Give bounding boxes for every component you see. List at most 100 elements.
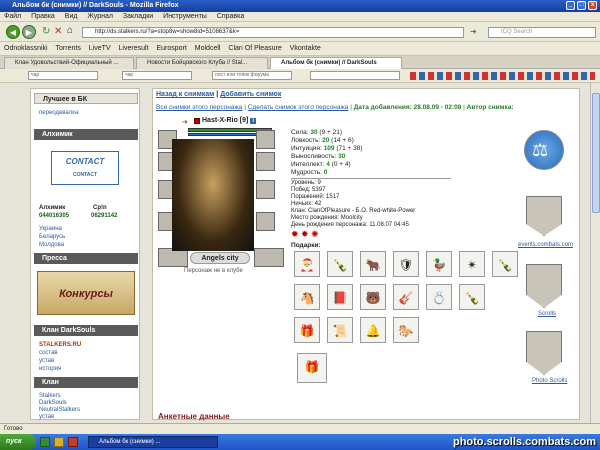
forum-search-input[interactable]: пост или топик форума <box>212 71 292 80</box>
photo-scrolls-link[interactable]: Photo Scrolls <box>532 378 567 384</box>
gift-item[interactable]: 🍾 <box>459 284 485 310</box>
gift-item[interactable]: 🍾 <box>492 251 518 277</box>
scrolls-link[interactable]: Scrolls <box>538 311 556 317</box>
menu-history[interactable]: Журнал <box>87 12 113 22</box>
bookmark-item[interactable]: Odnoklassniki <box>4 42 48 56</box>
gift-item[interactable]: 🎁 <box>294 317 320 343</box>
gift-item[interactable]: 🐎 <box>393 317 419 343</box>
all-photos-link[interactable]: Все снимки этого персонажа <box>156 104 242 111</box>
events-link[interactable]: events.combats.com <box>518 242 573 248</box>
gift-item[interactable]: 💍 <box>426 284 452 310</box>
country-link[interactable]: Украина <box>39 225 62 233</box>
menu-tools[interactable]: Инструменты <box>163 12 207 22</box>
clan-link[interactable]: устав <box>39 413 54 421</box>
clan-ds-link[interactable]: история <box>39 365 61 373</box>
stop-icon[interactable]: ✕ <box>54 26 62 37</box>
info-wins: Побед: 5397 <box>291 187 326 193</box>
toolbar-icons[interactable] <box>410 72 595 80</box>
konkursy-text: Конкурсы <box>59 288 113 300</box>
character-avatar[interactable] <box>172 139 254 251</box>
reload-icon[interactable]: ↻ <box>42 26 50 37</box>
stat-value: 109 <box>323 145 335 152</box>
home-icon[interactable]: ⌂ <box>67 25 73 36</box>
stat-intellect: Интеллект: 4 (0 + 4) <box>291 161 351 169</box>
tab-news[interactable]: Новости Бойцовского Клуба // Stal... <box>136 57 268 69</box>
char-name[interactable]: Hast-X-Rio <box>202 117 238 124</box>
clan-ds-link[interactable]: STALKERS.RU <box>39 341 81 349</box>
best-link[interactable]: переодевалка <box>39 109 78 117</box>
menu-file[interactable]: Файл <box>4 12 21 22</box>
bookmark-item[interactable]: Clan Of Pleasure <box>228 42 281 56</box>
back-to-photos-link[interactable]: Назад к снимкам <box>156 91 214 98</box>
equip-slot-shield[interactable] <box>256 180 275 199</box>
gift-item[interactable]: 🦆 <box>426 251 452 277</box>
gift-item[interactable]: ✴ <box>459 251 485 277</box>
watermark: photo.scrolls.combats.com <box>452 436 596 448</box>
game-toolbar: чар чар пост или топик форума <box>0 69 600 83</box>
taskbar-item-firefox[interactable]: Альбом бк (снимки) ... <box>88 436 218 448</box>
close-button[interactable]: x <box>588 1 597 10</box>
clan-ds-link[interactable]: устав <box>39 357 54 365</box>
bookmark-item[interactable]: Moldcell <box>195 42 221 56</box>
search-input[interactable]: ICQ Search <box>488 27 596 38</box>
gift-item[interactable]: 🐂 <box>360 251 386 277</box>
extra-input[interactable] <box>310 71 400 80</box>
bookmark-item[interactable]: Liveresult <box>119 42 149 56</box>
forward-button[interactable]: ▶ <box>22 25 36 39</box>
equip-slot-earrings[interactable] <box>256 130 275 149</box>
stat-value: 20 <box>322 137 330 144</box>
maximize-button[interactable]: □ <box>577 1 586 10</box>
info-icon[interactable]: i <box>250 118 257 124</box>
char-search-input-2[interactable]: чар <box>122 71 192 80</box>
country-link[interactable]: Беларусь <box>39 233 65 241</box>
quicklaunch-icon[interactable] <box>40 437 50 447</box>
info-clan[interactable]: Клан: ClanOfPleasure - Б.О. Red-white-Po… <box>291 208 415 215</box>
start-button[interactable]: пуск <box>0 434 36 450</box>
gift-item[interactable]: 🎸 <box>393 284 419 310</box>
stat-intuition: Интуиция: 109 (71 + 38) <box>291 145 363 153</box>
menu-view[interactable]: Вид <box>65 12 78 22</box>
bookmark-item[interactable]: Torrents <box>56 42 81 56</box>
scrollbar-thumb[interactable] <box>592 93 600 213</box>
add-photo-link[interactable]: Добавить снимок <box>220 91 281 98</box>
equip-slot-rings[interactable] <box>256 152 275 171</box>
char-status: Персонаж не в клубе <box>184 268 243 274</box>
tab-album[interactable]: Альбом бк (снимки) // DarkSouls <box>270 57 402 69</box>
konkursy-banner[interactable]: Конкурсы <box>37 271 135 315</box>
back-button[interactable]: ◀ <box>6 25 20 39</box>
photo-author: Автор снимка: <box>466 104 514 111</box>
quicklaunch-icon[interactable] <box>68 437 78 447</box>
gift-item[interactable]: 🍾 <box>327 251 353 277</box>
take-photo-link[interactable]: Сделать снимок этого персонажа <box>248 104 349 111</box>
quicklaunch-icon[interactable] <box>54 437 64 447</box>
gift-item[interactable]: 📕 <box>327 284 353 310</box>
menu-help[interactable]: Справка <box>217 12 244 22</box>
badge-icons[interactable]: ✹ ✸ ✺ <box>291 229 319 240</box>
url-field[interactable]: http://ds.stalkers.ru/?a=stop8w=show8id=… <box>82 27 464 38</box>
gift-item[interactable]: 🛡 <box>393 251 419 277</box>
vertical-scrollbar[interactable] <box>590 83 600 423</box>
tab-clan-pleasure[interactable]: Клан Удовольствий-Официальный ... <box>4 57 134 69</box>
gift-item[interactable]: 🎁 <box>297 353 327 383</box>
gift-item[interactable]: 📜 <box>327 317 353 343</box>
gift-item[interactable]: 🐻 <box>360 284 386 310</box>
minimize-button[interactable]: _ <box>566 1 575 10</box>
menu-edit[interactable]: Правка <box>31 12 55 22</box>
equip-slot-gloves[interactable] <box>256 212 275 231</box>
stat-extra: (71 + 38) <box>336 145 363 152</box>
stat-label: Выносливость: <box>291 153 337 160</box>
char-search-input[interactable]: чар <box>28 71 98 80</box>
gift-item[interactable]: 🐴 <box>294 284 320 310</box>
info-losses: Поражений: 1517 <box>291 194 340 200</box>
bookmark-item[interactable]: Vkontakte <box>290 42 321 56</box>
equip-slot-boots[interactable] <box>254 248 284 267</box>
country-link[interactable]: Молдова <box>39 241 64 249</box>
gift-item[interactable]: 🔔 <box>360 317 386 343</box>
contact-logo[interactable]: CONTACT CONTACT <box>51 151 119 185</box>
go-icon[interactable]: ➜ <box>470 27 477 36</box>
bookmark-item[interactable]: LiveTV <box>89 42 111 56</box>
bookmark-item[interactable]: Eurosport <box>156 42 186 56</box>
menu-bookmarks[interactable]: Закладки <box>123 12 153 22</box>
gift-item[interactable]: 🎅 <box>294 251 320 277</box>
clan-ds-link[interactable]: состав <box>39 349 58 357</box>
